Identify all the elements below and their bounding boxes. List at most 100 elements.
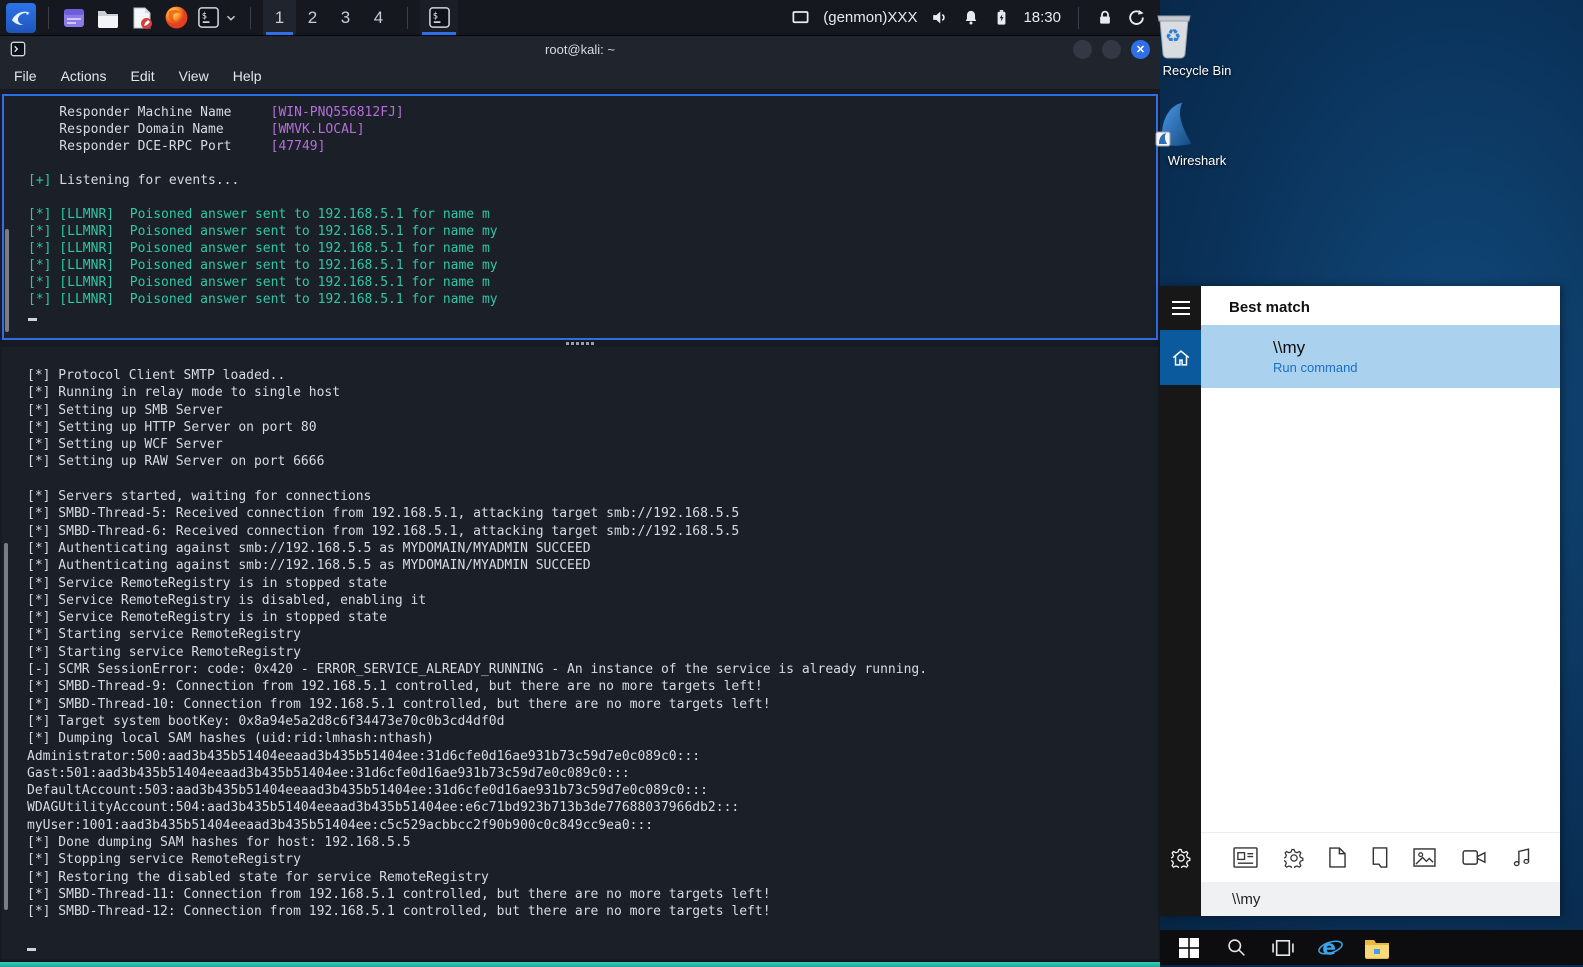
settings-icon[interactable] <box>1283 848 1304 868</box>
terminal-cursor <box>28 318 37 321</box>
maximize-button[interactable] <box>1102 40 1121 59</box>
folders-icon[interactable] <box>1372 847 1388 868</box>
terminal-line: [*] Setting up WCF Server <box>27 437 223 453</box>
clock[interactable]: 18:30 <box>1023 9 1061 26</box>
home-tab-button[interactable] <box>1160 330 1201 385</box>
music-icon[interactable] <box>1511 847 1532 868</box>
terminal-line: [*] Target system bootKey: 0x8a94e5a2d8c… <box>27 713 505 729</box>
pane-splitter[interactable] <box>2 340 1158 347</box>
task-view-button[interactable] <box>1270 935 1296 961</box>
search-input[interactable]: \\my <box>1201 882 1560 916</box>
hamburger-icon <box>1171 301 1190 315</box>
window-title: root@kali: ~ <box>545 42 615 57</box>
bell-icon[interactable] <box>962 9 980 27</box>
terminal-line: [*] SMBD-Thread-12: Connection from 192.… <box>27 904 771 920</box>
workspace-button-4[interactable]: 4 <box>362 0 395 35</box>
terminal-line: [*] [LLMNR] Poisoned answer sent to 192.… <box>28 224 498 239</box>
terminal-line: Responder DCE-RPC Port [47749] <box>28 139 326 154</box>
terminal-pane-ntlmrelayx[interactable]: [*] Protocol Client SMTP loaded.. [*] Run… <box>2 347 1158 959</box>
search-panel-main: Best match \\my Run command \\my <box>1201 286 1560 916</box>
menu-edit[interactable]: Edit <box>118 68 166 84</box>
terminal-line: [*] Setting up SMB Server <box>27 402 223 418</box>
menu-view[interactable]: View <box>167 68 221 84</box>
search-settings-button[interactable] <box>1170 848 1191 868</box>
logout-icon[interactable] <box>1127 8 1146 27</box>
terminal-cursor <box>27 947 36 951</box>
scrollbar[interactable] <box>4 542 8 911</box>
minimize-button[interactable] <box>1073 40 1092 59</box>
workspace-button-1[interactable]: 1 <box>263 0 296 35</box>
kali-menu-icon[interactable] <box>6 2 36 33</box>
desktop-icon-label: Wireshark <box>1167 153 1227 168</box>
home-icon <box>1170 347 1192 369</box>
terminal-window: root@kali: ~ ✕ File Actions Edit View Help R… <box>0 36 1160 961</box>
display-icon <box>791 8 810 27</box>
terminal-line: [-] SCMR SessionError: code: 0x420 - ERR… <box>27 662 928 678</box>
wireshark-icon <box>1152 100 1242 150</box>
volume-icon[interactable] <box>930 8 949 27</box>
terminal-titlebar[interactable]: root@kali: ~ ✕ <box>0 36 1160 63</box>
panel-left: $ 1234 $ <box>0 0 458 35</box>
file-manager-icon <box>96 6 120 30</box>
windows-taskbar: e <box>1160 930 1583 965</box>
window-list-terminal-button[interactable]: $ <box>420 0 458 35</box>
videos-icon[interactable] <box>1461 849 1486 866</box>
workspace-button-3[interactable]: 3 <box>329 0 362 35</box>
terminal-line: [*] Service RemoteRegistry is in stopped… <box>27 575 388 591</box>
terminal-pane-responder[interactable]: Responder Machine Name [WIN-PNQ556812FJ]… <box>2 94 1158 340</box>
gear-icon <box>1170 848 1191 868</box>
window-app-launcher[interactable] <box>61 5 87 31</box>
terminal-icon: $ <box>197 6 220 29</box>
terminal-line: [*] Starting service RemoteRegistry <box>27 627 301 643</box>
photos-icon[interactable] <box>1413 848 1436 867</box>
menu-file[interactable]: File <box>14 68 49 84</box>
menu-help[interactable]: Help <box>221 68 274 84</box>
terminal-line: WDAGUtilityAccount:504:aad3b435b51404eea… <box>27 800 740 816</box>
search-button[interactable] <box>1223 935 1249 961</box>
battery-icon[interactable] <box>993 8 1010 27</box>
terminal-line: [*] SMBD-Thread-9: Connection from 192.1… <box>27 679 763 695</box>
file-explorer-button[interactable] <box>1364 935 1390 961</box>
chevron-down-icon <box>224 11 238 25</box>
hamburger-menu-button[interactable] <box>1160 286 1201 330</box>
firefox-launcher[interactable] <box>163 5 189 31</box>
terminal-icon <box>10 41 26 57</box>
scrollbar[interactable] <box>5 229 9 332</box>
panel-separator <box>1078 6 1079 29</box>
terminal-line: [*] Service RemoteRegistry is in stopped… <box>27 610 388 626</box>
kali-desktop: $ 1234 $ (genmon)XXX 18:30 root@kali: ~ … <box>0 0 1160 967</box>
terminal-line: [*] Stopping service RemoteRegistry <box>27 852 301 868</box>
terminal-line: [*] [LLMNR] Poisoned answer sent to 192.… <box>28 258 498 273</box>
desktop-edge-strip <box>0 962 1160 967</box>
file-manager-launcher[interactable] <box>95 5 121 31</box>
desktop-icon-recycle-bin[interactable]: ♻ Recycle Bin <box>1152 8 1242 78</box>
terminal-line: Gast:501:aad3b435b51404eeaad3b435b51404e… <box>27 765 630 781</box>
panel-separator <box>407 6 408 29</box>
terminal-line: [*] SMBD-Thread-10: Connection from 192.… <box>27 696 771 712</box>
apps-icon[interactable] <box>1233 847 1258 868</box>
file-explorer-icon <box>1364 937 1390 959</box>
documents-icon[interactable] <box>1329 847 1346 868</box>
svg-text:e: e <box>1322 935 1336 959</box>
task-view-icon <box>1272 939 1294 957</box>
workspace-button-2[interactable]: 2 <box>296 0 329 35</box>
terminal-line: [*] Setting up RAW Server on port 6666 <box>27 454 325 470</box>
lock-icon[interactable] <box>1096 9 1114 27</box>
text-editor-launcher[interactable] <box>129 5 155 31</box>
text-editor-icon <box>130 6 154 30</box>
terminal-line: Administrator:500:aad3b435b51404eeaad3b4… <box>27 748 701 764</box>
search-result-run-command[interactable]: \\my Run command <box>1201 325 1560 388</box>
terminal-menubar: File Actions Edit View Help <box>0 63 1160 90</box>
close-button[interactable]: ✕ <box>1131 40 1150 59</box>
edge-button[interactable]: e <box>1317 935 1343 961</box>
genmon-label: (genmon)XXX <box>823 9 918 26</box>
windows-start-button[interactable] <box>1176 935 1202 961</box>
desktop-icon-wireshark[interactable]: Wireshark <box>1152 100 1242 168</box>
terminal-launcher[interactable]: $ <box>197 5 238 31</box>
terminal-icon: $ <box>428 6 451 29</box>
terminal-line: [*] Authenticating against smb://192.168… <box>27 540 591 556</box>
menu-actions[interactable]: Actions <box>49 68 119 84</box>
